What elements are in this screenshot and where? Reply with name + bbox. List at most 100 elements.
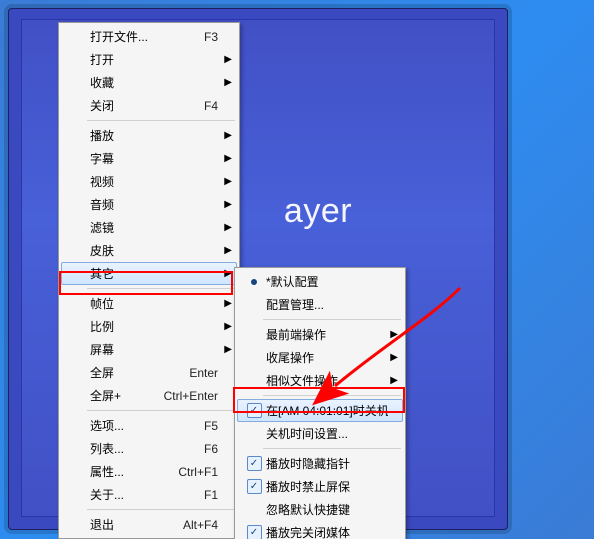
other-menu-item-hide-cursor[interactable]: ✓播放时隐藏指针 <box>237 452 403 475</box>
menu-item-shortcut: Alt+F4 <box>183 518 222 532</box>
menu-separator <box>87 410 235 411</box>
menu-item-label: 屏幕 <box>88 341 222 358</box>
other-menu-item-similar-files[interactable]: 相似文件操作▶ <box>237 369 403 392</box>
menu-item-label: 关闭 <box>88 97 204 114</box>
menu-item-label: 选项... <box>88 417 204 434</box>
main-menu-item-open-file[interactable]: 打开文件...F3 <box>61 25 237 48</box>
menu-item-label: 播放时禁止屏保 <box>264 478 388 495</box>
submenu-arrow-icon: ▶ <box>222 268 232 279</box>
menu-separator <box>87 509 235 510</box>
main-menu-item-favorites[interactable]: 收藏▶ <box>61 71 237 94</box>
menu-item-shortcut: Ctrl+Enter <box>164 389 222 403</box>
menu-item-label: 播放时隐藏指针 <box>264 455 388 472</box>
main-menu-item-exit[interactable]: 退出Alt+F4 <box>61 513 237 536</box>
menu-item-label: 播放完关闭媒体 <box>264 524 388 539</box>
other-menu-item-shutdown-at[interactable]: ✓在[AM 04:01:01]时关机 <box>237 399 403 422</box>
submenu-arrow-icon: ▶ <box>222 245 232 256</box>
check-icon: ✓ <box>247 525 262 539</box>
submenu-arrow-icon: ▶ <box>388 329 398 340</box>
submenu-arrow-icon: ▶ <box>388 375 398 386</box>
main-menu-item-subtitle[interactable]: 字幕▶ <box>61 147 237 170</box>
menu-item-label: 关机时间设置... <box>264 425 388 442</box>
menu-item-label: 视频 <box>88 173 222 190</box>
submenu-arrow-icon: ▶ <box>222 130 232 141</box>
main-menu-item-properties[interactable]: 属性...Ctrl+F1 <box>61 460 237 483</box>
menu-item-label: 列表... <box>88 440 204 457</box>
other-menu-item-topmost[interactable]: 最前端操作▶ <box>237 323 403 346</box>
context-menu-main: 打开文件...F3打开▶收藏▶关闭F4播放▶字幕▶视频▶音频▶滤镜▶皮肤▶其它▶… <box>58 22 240 539</box>
menu-item-label: 属性... <box>88 463 178 480</box>
menu-item-shortcut: F6 <box>204 442 222 456</box>
submenu-arrow-icon: ▶ <box>222 344 232 355</box>
submenu-arrow-icon: ▶ <box>222 222 232 233</box>
menu-item-label: 滤镜 <box>88 219 222 236</box>
menu-item-label: 最前端操作 <box>264 326 388 343</box>
menu-item-shortcut: F5 <box>204 419 222 433</box>
menu-item-label: 关于... <box>88 486 204 503</box>
main-menu-item-other[interactable]: 其它▶ <box>61 262 237 285</box>
submenu-arrow-icon: ▶ <box>222 77 232 88</box>
main-menu-item-playlist[interactable]: 列表...F6 <box>61 437 237 460</box>
main-menu-item-skin[interactable]: 皮肤▶ <box>61 239 237 262</box>
main-menu-item-close[interactable]: 关闭F4 <box>61 94 237 117</box>
player-title: ayer <box>284 192 352 231</box>
menu-item-label: 在[AM 04:01:01]时关机 <box>264 402 388 419</box>
menu-item-label: *默认配置 <box>264 273 388 290</box>
menu-item-label: 全屏 <box>88 364 189 381</box>
menu-item-label: 播放 <box>88 127 222 144</box>
main-menu-item-video[interactable]: 视频▶ <box>61 170 237 193</box>
other-menu-item-no-screensaver[interactable]: ✓播放时禁止屏保 <box>237 475 403 498</box>
menu-item-label: 收尾操作 <box>264 349 388 366</box>
menu-separator <box>263 319 401 320</box>
menu-item-label: 其它 <box>88 265 222 282</box>
main-menu-item-filter[interactable]: 滤镜▶ <box>61 216 237 239</box>
desktop: 放器 ayer 打开文件...F3打开▶收藏▶关闭F4播放▶字幕▶视频▶音频▶滤… <box>0 0 594 539</box>
other-menu-item-default-config[interactable]: *默认配置 <box>237 270 403 293</box>
menu-item-label: 全屏+ <box>88 387 164 404</box>
menu-item-label: 字幕 <box>88 150 222 167</box>
other-menu-item-config-manage[interactable]: 配置管理... <box>237 293 403 316</box>
menu-separator <box>263 395 401 396</box>
check-icon: ✓ <box>247 403 262 418</box>
menu-item-label: 退出 <box>88 516 183 533</box>
menu-item-label: 比例 <box>88 318 222 335</box>
menu-item-shortcut: Ctrl+F1 <box>178 465 222 479</box>
menu-item-shortcut: Enter <box>189 366 222 380</box>
menu-item-label: 皮肤 <box>88 242 222 259</box>
menu-separator <box>87 288 235 289</box>
other-menu-item-close-media[interactable]: ✓播放完关闭媒体 <box>237 521 403 539</box>
menu-item-label: 忽略默认快捷键 <box>264 501 388 518</box>
menu-item-label: 帧位 <box>88 295 222 312</box>
menu-item-label: 打开 <box>88 51 222 68</box>
other-menu-item-ignore-hotkey[interactable]: 忽略默认快捷键 <box>237 498 403 521</box>
main-menu-item-fullscreen[interactable]: 全屏Enter <box>61 361 237 384</box>
main-menu-item-options[interactable]: 选项...F5 <box>61 414 237 437</box>
menu-separator <box>263 448 401 449</box>
menu-item-shortcut: F3 <box>204 30 222 44</box>
menu-item-label: 配置管理... <box>264 296 388 313</box>
main-menu-item-screen[interactable]: 屏幕▶ <box>61 338 237 361</box>
menu-item-label: 收藏 <box>88 74 222 91</box>
main-menu-item-open[interactable]: 打开▶ <box>61 48 237 71</box>
context-menu-other: *默认配置配置管理...最前端操作▶收尾操作▶相似文件操作▶✓在[AM 04:0… <box>234 267 406 539</box>
radio-dot-icon <box>251 279 257 285</box>
other-menu-item-end-action[interactable]: 收尾操作▶ <box>237 346 403 369</box>
submenu-arrow-icon: ▶ <box>222 321 232 332</box>
menu-item-label: 相似文件操作 <box>264 372 388 389</box>
main-menu-item-ratio[interactable]: 比例▶ <box>61 315 237 338</box>
main-menu-item-frame[interactable]: 帧位▶ <box>61 292 237 315</box>
submenu-arrow-icon: ▶ <box>222 153 232 164</box>
main-menu-item-fullscreen-plus[interactable]: 全屏+Ctrl+Enter <box>61 384 237 407</box>
check-icon: ✓ <box>247 479 262 494</box>
main-menu-item-audio[interactable]: 音频▶ <box>61 193 237 216</box>
menu-item-label: 音频 <box>88 196 222 213</box>
other-menu-item-shutdown-time[interactable]: 关机时间设置... <box>237 422 403 445</box>
menu-item-shortcut: F1 <box>204 488 222 502</box>
submenu-arrow-icon: ▶ <box>222 199 232 210</box>
menu-item-shortcut: F4 <box>204 99 222 113</box>
check-icon: ✓ <box>247 456 262 471</box>
submenu-arrow-icon: ▶ <box>222 176 232 187</box>
main-menu-item-play[interactable]: 播放▶ <box>61 124 237 147</box>
submenu-arrow-icon: ▶ <box>222 298 232 309</box>
main-menu-item-about[interactable]: 关于...F1 <box>61 483 237 506</box>
